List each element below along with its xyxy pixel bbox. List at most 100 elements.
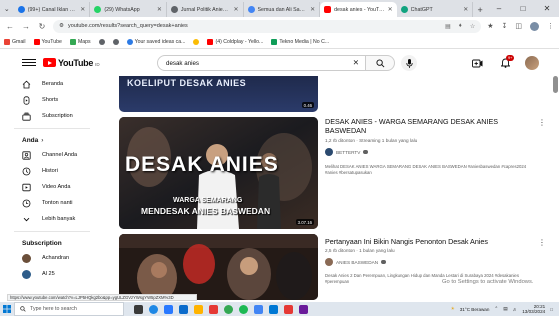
close-window-icon[interactable]: ✕ <box>535 0 559 17</box>
tab-close-icon[interactable]: ✕ <box>310 6 315 13</box>
show-hidden-icons-icon[interactable]: ⌃ <box>494 306 498 312</box>
page-scrollbar[interactable] <box>553 76 558 300</box>
account-avatar[interactable] <box>525 56 539 70</box>
create-video-icon <box>471 59 482 67</box>
video-thumbnail-0[interactable]: KOELIPUT DESAK ANIES 0.46 <box>119 76 318 112</box>
sidebar-subscription-1[interactable]: Al 25 <box>0 266 100 282</box>
video-title-1[interactable]: DESAK ANIES - WARGA SEMARANG DESAK ANIES… <box>325 117 530 135</box>
url-field[interactable]: ⚙ youtube.com/results?search_query=desak… <box>53 19 482 33</box>
app-icon-red-2[interactable] <box>284 304 293 314</box>
task-view-icon[interactable] <box>134 304 143 314</box>
volume-icon[interactable]: ♬ <box>513 307 518 312</box>
hamburger-menu-icon[interactable] <box>22 58 36 67</box>
bookmark-youtube[interactable]: YouTube <box>33 38 62 45</box>
search-input[interactable]: desak anies ✕ <box>157 55 366 71</box>
bookmark-4[interactable] <box>112 38 119 45</box>
sidebar-item-shorts[interactable]: Shorts <box>0 92 100 108</box>
more-actions-icon[interactable]: ⋮ <box>538 238 546 247</box>
youtube-logo[interactable]: YouTube ID <box>43 58 100 68</box>
app-icon-red[interactable] <box>209 304 218 314</box>
sidebar-item-label: Shorts <box>42 97 59 103</box>
side-panel-icon[interactable]: ◫ <box>515 22 522 30</box>
word-icon[interactable] <box>269 304 278 314</box>
browser-tab-3[interactable]: Semua dan Ali Sadikin ✕ <box>244 2 321 17</box>
install-app-icon[interactable]: ▤ <box>445 23 451 30</box>
tab-favicon-icon <box>247 6 255 13</box>
tab-close-icon[interactable]: ✕ <box>463 6 468 13</box>
sidebar-you-heading[interactable]: Anda › <box>0 133 100 147</box>
browser-tab-5[interactable]: ChatGPT ✕ <box>397 2 474 17</box>
minimize-icon[interactable]: – <box>487 0 511 17</box>
tab-close-icon[interactable]: ✕ <box>233 6 238 13</box>
start-button[interactable] <box>0 302 14 316</box>
taskbar-search-input[interactable]: Type here to search <box>14 302 124 316</box>
activate-windows-watermark: Go to Settings to activate Windows. <box>442 279 534 285</box>
scrollbar-thumb[interactable] <box>553 76 558 93</box>
mail-icon[interactable] <box>179 304 188 314</box>
app-icon-blue[interactable] <box>254 304 263 314</box>
notifications-center-icon[interactable]: □ <box>550 307 553 312</box>
bookmark-maps[interactable]: Maps <box>69 38 91 45</box>
taskbar-clock[interactable]: 20:21 13/03/2024 <box>522 304 545 314</box>
new-tab-button[interactable]: + <box>473 2 487 17</box>
sidebar-item-history[interactable]: Histori <box>0 163 100 179</box>
store-icon[interactable] <box>164 304 173 314</box>
browser-tab-2[interactable]: Jurnal Politik Anies di... ✕ <box>167 2 244 17</box>
tab-search-icon[interactable]: ⌄ <box>0 0 14 17</box>
browser-tab-4-active[interactable]: desak anies - YouTube ✕ <box>320 2 397 17</box>
weather-text[interactable]: 31°C Berawan <box>460 307 490 312</box>
sidebar-subscription-0[interactable]: Achandran <box>0 250 100 266</box>
bookmark-pinterest[interactable]: Your saved ideas ca... <box>126 38 185 45</box>
video-title-2[interactable]: Pertanyaan Ini Bikin Nangis Penonton Des… <box>325 237 530 246</box>
forward-arrow-icon[interactable]: → <box>21 22 31 31</box>
video-thumbnail-1[interactable]: DESAK ANIES WARGA SEMARANG MENDESAK ANIE… <box>119 117 318 229</box>
sidebar-item-label: Subscription <box>42 113 73 119</box>
bookmark-tekno[interactable]: Tekno Media | No C... <box>271 38 329 45</box>
clock-date: 13/03/2024 <box>522 309 546 314</box>
translate-icon[interactable]: ♦ <box>459 23 462 30</box>
sidebar-item-your-channel[interactable]: Channel Anda <box>0 147 100 163</box>
chevron-right-icon: › <box>41 136 44 144</box>
back-arrow-icon[interactable]: ← <box>5 22 15 31</box>
maximize-icon[interactable]: □ <box>511 0 535 17</box>
reload-icon[interactable]: ↻ <box>37 22 47 31</box>
sidebar-item-show-more[interactable]: Lebih banyak <box>0 211 100 227</box>
app-icon-purple[interactable] <box>299 304 308 314</box>
clear-search-icon[interactable]: ✕ <box>353 58 359 67</box>
edge-icon[interactable] <box>149 304 158 314</box>
bookmark-3[interactable] <box>98 38 105 45</box>
browser-tab-0[interactable]: (99+) Canal Iklan Publik dan... ✕ <box>14 2 91 17</box>
more-actions-icon[interactable]: ⋮ <box>538 118 546 127</box>
region-code: ID <box>95 61 100 67</box>
browser-tab-1[interactable]: (29) WhatsApp ✕ <box>90 2 167 17</box>
search-button[interactable] <box>366 55 395 71</box>
extensions-icon[interactable]: ★ <box>487 22 493 30</box>
profile-avatar[interactable] <box>530 21 539 31</box>
video-thumbnail-2[interactable] <box>119 234 318 300</box>
sidebar-item-home[interactable]: Beranda <box>0 76 100 92</box>
file-explorer-icon[interactable] <box>194 304 203 314</box>
video-channel-2[interactable]: ANIES BASWEDAN <box>325 258 386 266</box>
voice-search-button[interactable] <box>401 55 417 71</box>
downloads-icon[interactable]: ↧ <box>502 22 508 30</box>
sidebar-item-subscriptions[interactable]: Subscription <box>0 108 100 124</box>
video-channel-1[interactable]: BETTERTV <box>325 148 368 156</box>
chrome-icon[interactable] <box>224 304 233 314</box>
notifications-button[interactable]: 9+ <box>497 55 514 71</box>
sidebar-item-your-videos[interactable]: Video Anda <box>0 179 100 195</box>
bookmark-coldplay[interactable]: (4) Coldplay - Yello... <box>207 38 263 45</box>
browser-menu-icon[interactable]: ⋮ <box>547 22 554 30</box>
weather-icon[interactable]: ☀ <box>451 306 455 312</box>
tab-close-icon[interactable]: ✕ <box>157 6 162 13</box>
subscriptions-icon <box>22 112 31 121</box>
bookmark-6[interactable] <box>193 38 200 45</box>
create-video-button[interactable] <box>469 55 485 71</box>
spotify-icon[interactable] <box>239 304 248 314</box>
tab-close-icon[interactable]: ✕ <box>80 6 85 13</box>
network-icon[interactable]: ▤ <box>503 306 507 312</box>
sidebar-item-watch-later[interactable]: Tonton nanti <box>0 195 100 211</box>
bookmark-star-icon[interactable]: ☆ <box>470 23 475 30</box>
tab-close-icon[interactable]: ✕ <box>388 6 393 13</box>
site-info-icon[interactable]: ⚙ <box>59 23 64 29</box>
bookmark-gmail[interactable]: Gmail <box>4 38 26 45</box>
